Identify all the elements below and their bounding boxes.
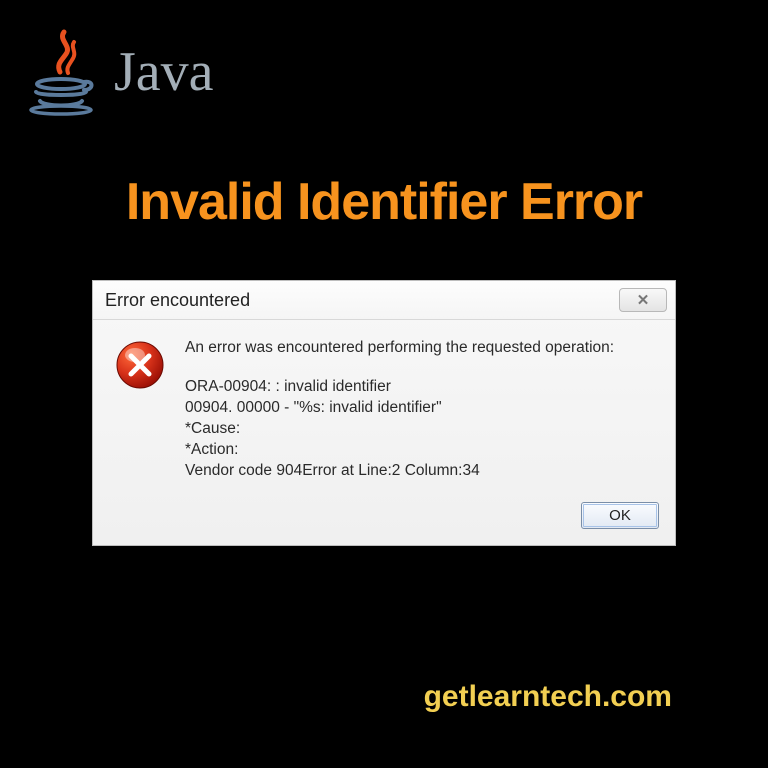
- dialog-body: An error was encountered performing the …: [93, 320, 675, 496]
- close-button[interactable]: ✕: [619, 288, 667, 312]
- error-line: 00904. 00000 - "%s: invalid identifier": [185, 398, 614, 419]
- header: Java: [0, 0, 768, 116]
- dialog-titlebar: Error encountered ✕: [93, 281, 675, 320]
- error-line: Vendor code 904Error at Line:2 Column:34: [185, 461, 614, 482]
- error-message: An error was encountered performing the …: [185, 338, 614, 482]
- error-line: *Cause:: [185, 419, 614, 440]
- dialog-footer: OK: [93, 496, 675, 545]
- dialog-title: Error encountered: [105, 290, 250, 311]
- java-logo-icon: [26, 28, 96, 116]
- error-line: *Action:: [185, 440, 614, 461]
- close-icon: ✕: [637, 291, 650, 309]
- error-icon: [115, 340, 165, 482]
- error-dialog: Error encountered ✕: [92, 280, 676, 546]
- error-intro: An error was encountered performing the …: [185, 338, 614, 359]
- error-line: ORA-00904: : invalid identifier: [185, 377, 614, 398]
- java-logo-text: Java: [114, 40, 214, 104]
- page-title: Invalid Identifier Error: [0, 172, 768, 232]
- ok-button[interactable]: OK: [581, 502, 659, 529]
- site-link: getlearntech.com: [424, 680, 672, 714]
